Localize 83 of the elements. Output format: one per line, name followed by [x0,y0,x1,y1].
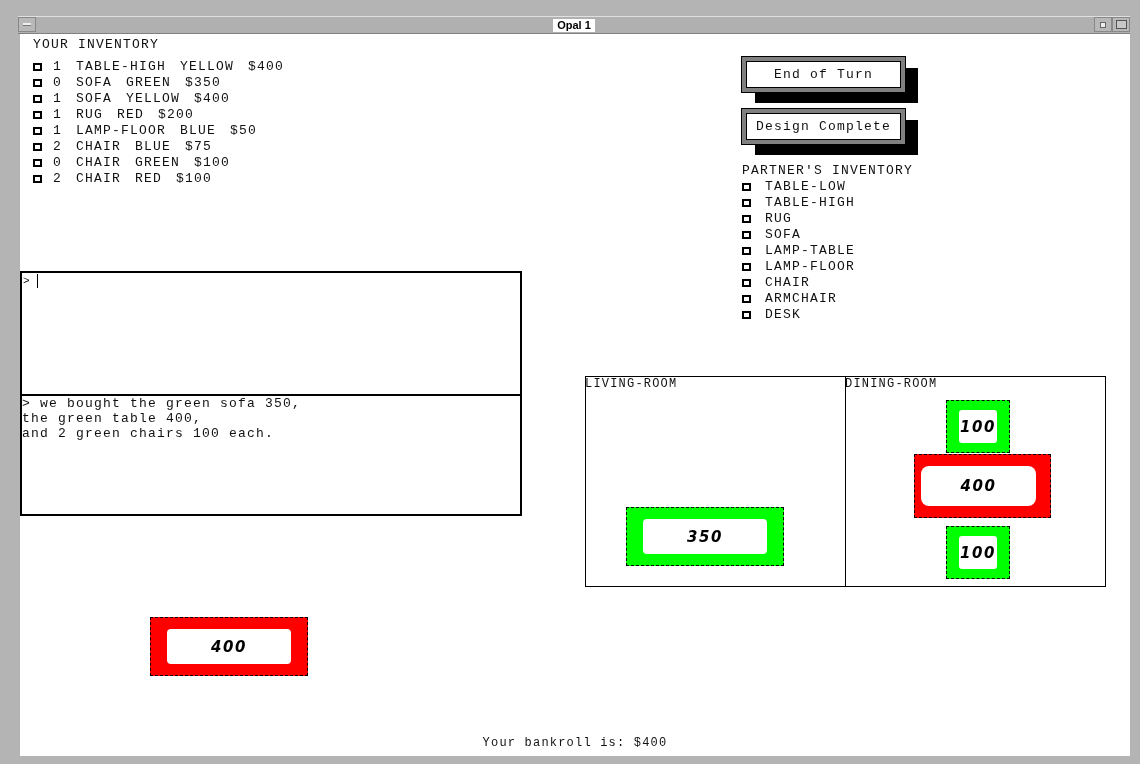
item-count: 0 [53,75,62,91]
bullet-icon [33,143,42,151]
price-label: 400 [211,637,247,656]
prompt-text: > [23,274,31,289]
bullet-icon [33,111,42,119]
item-name: RUG [765,211,792,227]
item-color: RED [135,171,163,187]
window-menu-button[interactable] [18,17,36,32]
bullet-icon [742,199,751,207]
item-price: $50 [230,123,258,139]
item-name: TABLE-LOW [765,179,846,195]
bullet-icon [33,127,42,135]
item-name: TABLE-HIGH [765,195,855,211]
price-label: 350 [687,527,723,546]
bullet-icon [33,79,42,87]
item-color: BLUE [135,139,172,155]
sofa-piece[interactable]: 400 [150,617,308,676]
input-field[interactable]: > [20,271,522,396]
inventory-title: PARTNER'S INVENTORY [742,163,914,179]
item-price: $75 [185,139,213,155]
item-color: RED [117,107,145,123]
item-name: SOFA [765,227,801,243]
bullet-icon [742,295,751,303]
item-color: GREEN [126,75,172,91]
bullet-icon [742,279,751,287]
bullet-icon [742,263,751,271]
item-count: 2 [53,139,62,155]
bullet-icon [742,183,751,191]
item-name: SOFA [76,91,112,107]
item-name: CHAIR [76,139,121,155]
bullet-icon [33,159,42,167]
item-price: $100 [194,155,231,171]
item-price: $100 [176,171,213,187]
item-name: LAMP-TABLE [765,243,855,259]
sofa-piece[interactable]: 350 [626,507,784,566]
bankroll-text: Your bankroll is: $400 [481,736,669,750]
item-name: CHAIR [76,171,121,187]
item-color: YELLOW [126,91,181,107]
item-name: CHAIR [76,155,121,171]
bullet-icon [742,215,751,223]
item-name: ARMCHAIR [765,291,837,307]
item-price: $400 [248,59,285,75]
bullet-icon [742,247,751,255]
maximize-button[interactable] [1112,17,1130,32]
message-line: and 2 green chairs 100 each. [22,426,276,441]
item-color: BLUE [180,123,217,139]
bullet-icon [742,311,751,319]
message-line: the green table 400, [22,411,204,426]
inventory-title: YOUR INVENTORY [33,37,161,53]
text-cursor [36,274,38,288]
chair-piece[interactable]: 100 [946,400,1010,453]
message-line: > we bought the green sofa 350, [22,396,303,411]
item-name: LAMP-FLOOR [76,123,166,139]
item-count: 2 [53,171,62,187]
item-name: LAMP-FLOOR [765,259,855,275]
item-name: DESK [765,307,801,323]
bullet-icon [742,231,751,239]
item-color: YELLOW [180,59,235,75]
item-count: 0 [53,155,62,171]
room-name: LIVING-ROOM [585,377,678,391]
item-price: $350 [185,75,222,91]
room-name: DINING-ROOM [845,377,938,391]
item-count: 1 [53,91,62,107]
item-count: 1 [53,59,62,75]
price-label: 100 [960,543,996,562]
item-name: CHAIR [765,275,810,291]
item-name: SOFA [76,75,112,91]
bullet-icon [33,63,42,71]
item-name: RUG [76,107,103,123]
item-count: 1 [53,123,62,139]
item-color: GREEN [135,155,181,171]
bullet-icon [33,175,42,183]
item-count: 1 [53,107,62,123]
window-title: Opal 1 [553,18,595,32]
minimize-button[interactable] [1094,17,1112,32]
chair-piece[interactable]: 100 [946,526,1010,579]
price-label: 400 [960,477,997,495]
item-price: $400 [194,91,231,107]
bullet-icon [33,95,42,103]
item-price: $200 [158,107,195,123]
item-name: TABLE-HIGH [76,59,166,75]
table-piece[interactable]: 400 [914,454,1051,518]
price-label: 100 [960,417,996,436]
